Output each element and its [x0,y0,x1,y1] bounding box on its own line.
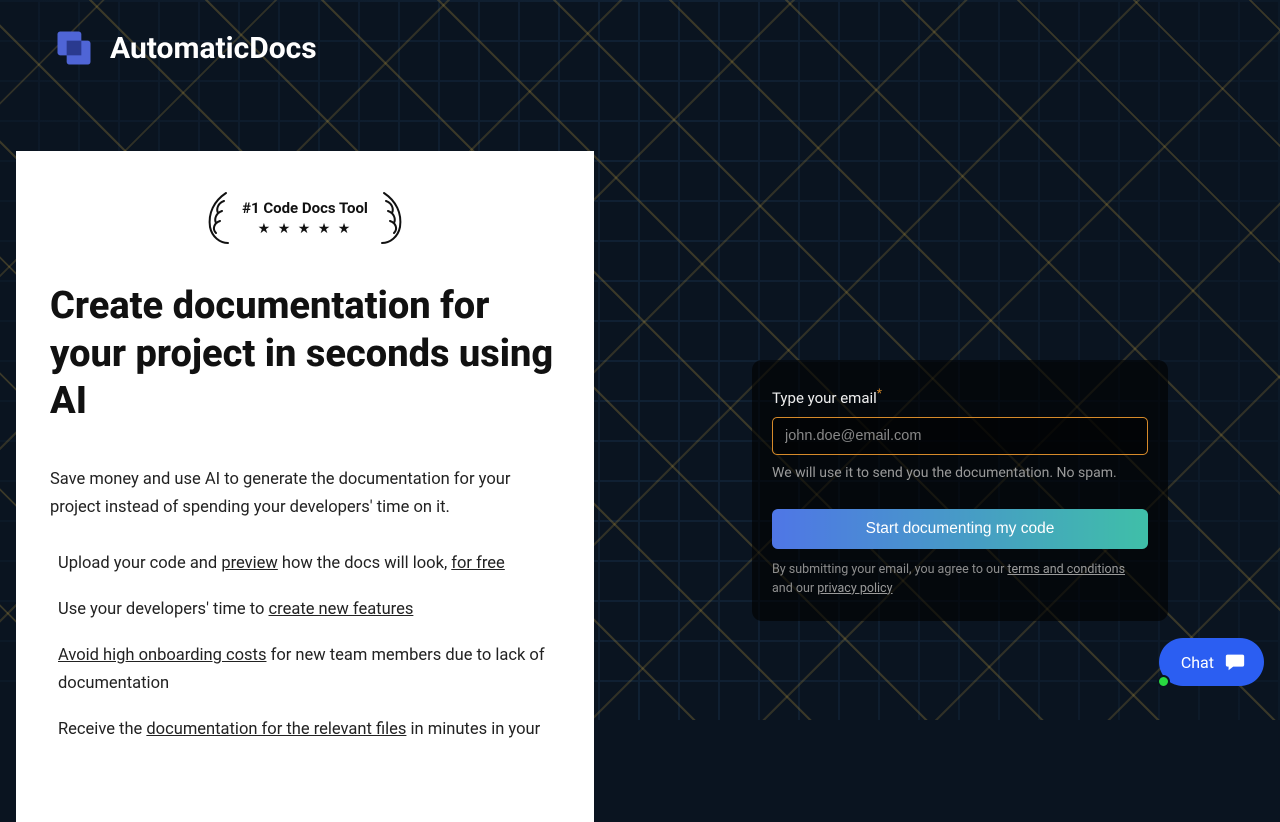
brand-name: AutomaticDocs [110,31,317,66]
award-badge: #1 Code Docs Tool ★ ★ ★ ★ ★ [50,191,560,245]
badge-stars-icon: ★ ★ ★ ★ ★ [242,221,368,237]
laurel-left-icon [204,191,232,245]
hero-headline: Create documentation for your project in… [50,283,560,426]
hero-bullet-2: Use your developers' time to create new … [50,596,560,624]
brand-logo-icon [52,26,96,70]
chat-bubble-icon [1224,651,1246,673]
badge-title: #1 Code Docs Tool [242,199,368,217]
presence-online-icon [1157,675,1170,688]
hero-bullet-1: Upload your code and preview how the doc… [50,550,560,578]
chat-label: Chat [1181,653,1214,672]
chat-widget-button[interactable]: Chat [1159,638,1264,686]
hero-subtext: Save money and use AI to generate the do… [50,466,560,522]
site-header: AutomaticDocs [0,0,1280,96]
hero-bullet-3: Avoid high onboarding costs for new team… [50,642,560,698]
hero-card: #1 Code Docs Tool ★ ★ ★ ★ ★ Create docum… [16,151,594,822]
card-top-edge [16,141,594,151]
laurel-right-icon [378,191,406,245]
